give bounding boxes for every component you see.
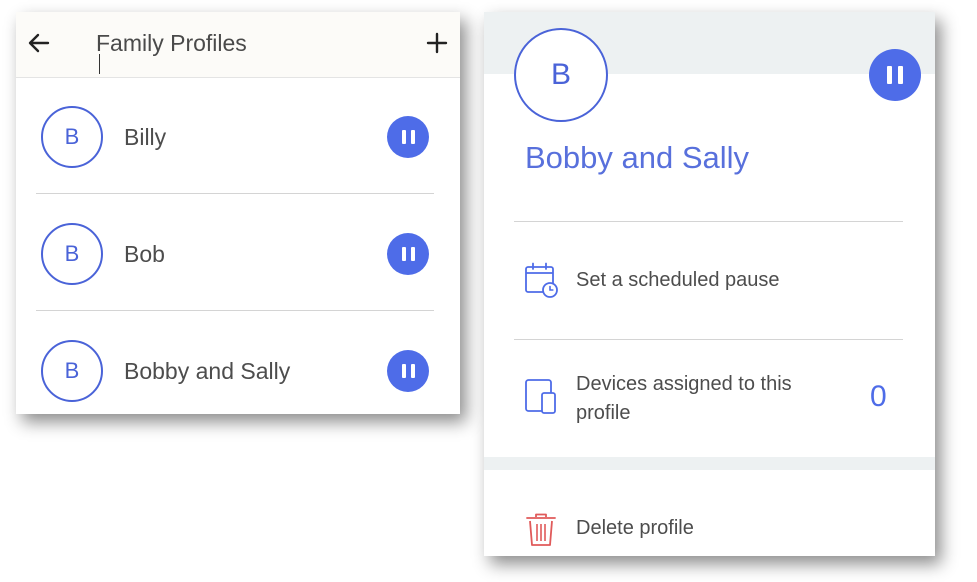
pause-icon-bar [410, 364, 415, 378]
pause-button[interactable] [869, 49, 921, 101]
devices-label: Devices assigned to this profile [576, 373, 792, 424]
pause-icon-bar [898, 66, 903, 84]
pause-icon-bar [410, 130, 415, 144]
profile-row-bobby-and-sally[interactable]: B Bobby and Sally [36, 312, 434, 414]
devices-assigned-item[interactable]: Devices assigned to this profile 0 [514, 340, 903, 457]
profile-row-billy[interactable]: B Billy [36, 78, 434, 194]
profile-row-bob[interactable]: B Bob [36, 195, 434, 311]
pause-icon [401, 247, 406, 261]
pause-button[interactable] [387, 116, 429, 158]
profile-avatar: B [514, 28, 608, 122]
devices-count: 0 [870, 380, 887, 413]
arrow-left-icon[interactable] [26, 30, 52, 56]
devices-icon [525, 379, 556, 414]
plus-icon[interactable] [424, 30, 450, 56]
profile-title: Bobby and Sally [525, 140, 750, 175]
section-separator [484, 457, 935, 470]
pause-icon [401, 130, 406, 144]
calendar-clock-icon [525, 262, 558, 298]
profile-name: Bobby and Sally [124, 358, 291, 384]
scheduled-pause-item[interactable]: Set a scheduled pause [514, 222, 903, 339]
profile-detail-screen: B Bobby and Sally Set a scheduled pause … [484, 12, 935, 556]
pause-icon-bar [410, 247, 415, 261]
pause-button[interactable] [387, 350, 429, 392]
pause-button[interactable] [387, 233, 429, 275]
header-bar: Family Profiles [16, 12, 460, 78]
trash-icon [526, 513, 556, 546]
pause-icon [887, 66, 892, 84]
profile-name: Billy [124, 124, 167, 150]
scheduled-pause-label: Set a scheduled pause [576, 269, 780, 291]
avatar: B [41, 106, 103, 168]
avatar: B [41, 223, 103, 285]
profile-name: Bob [124, 241, 165, 267]
delete-profile-label: Delete profile [576, 517, 694, 539]
page-title: Family Profiles [96, 30, 247, 56]
text-cursor [99, 54, 100, 74]
delete-profile-item[interactable]: Delete profile [514, 470, 903, 556]
family-profiles-screen: Family Profiles B Billy B Bob B Bobby an… [16, 12, 460, 414]
pause-icon [401, 364, 406, 378]
avatar: B [41, 340, 103, 402]
